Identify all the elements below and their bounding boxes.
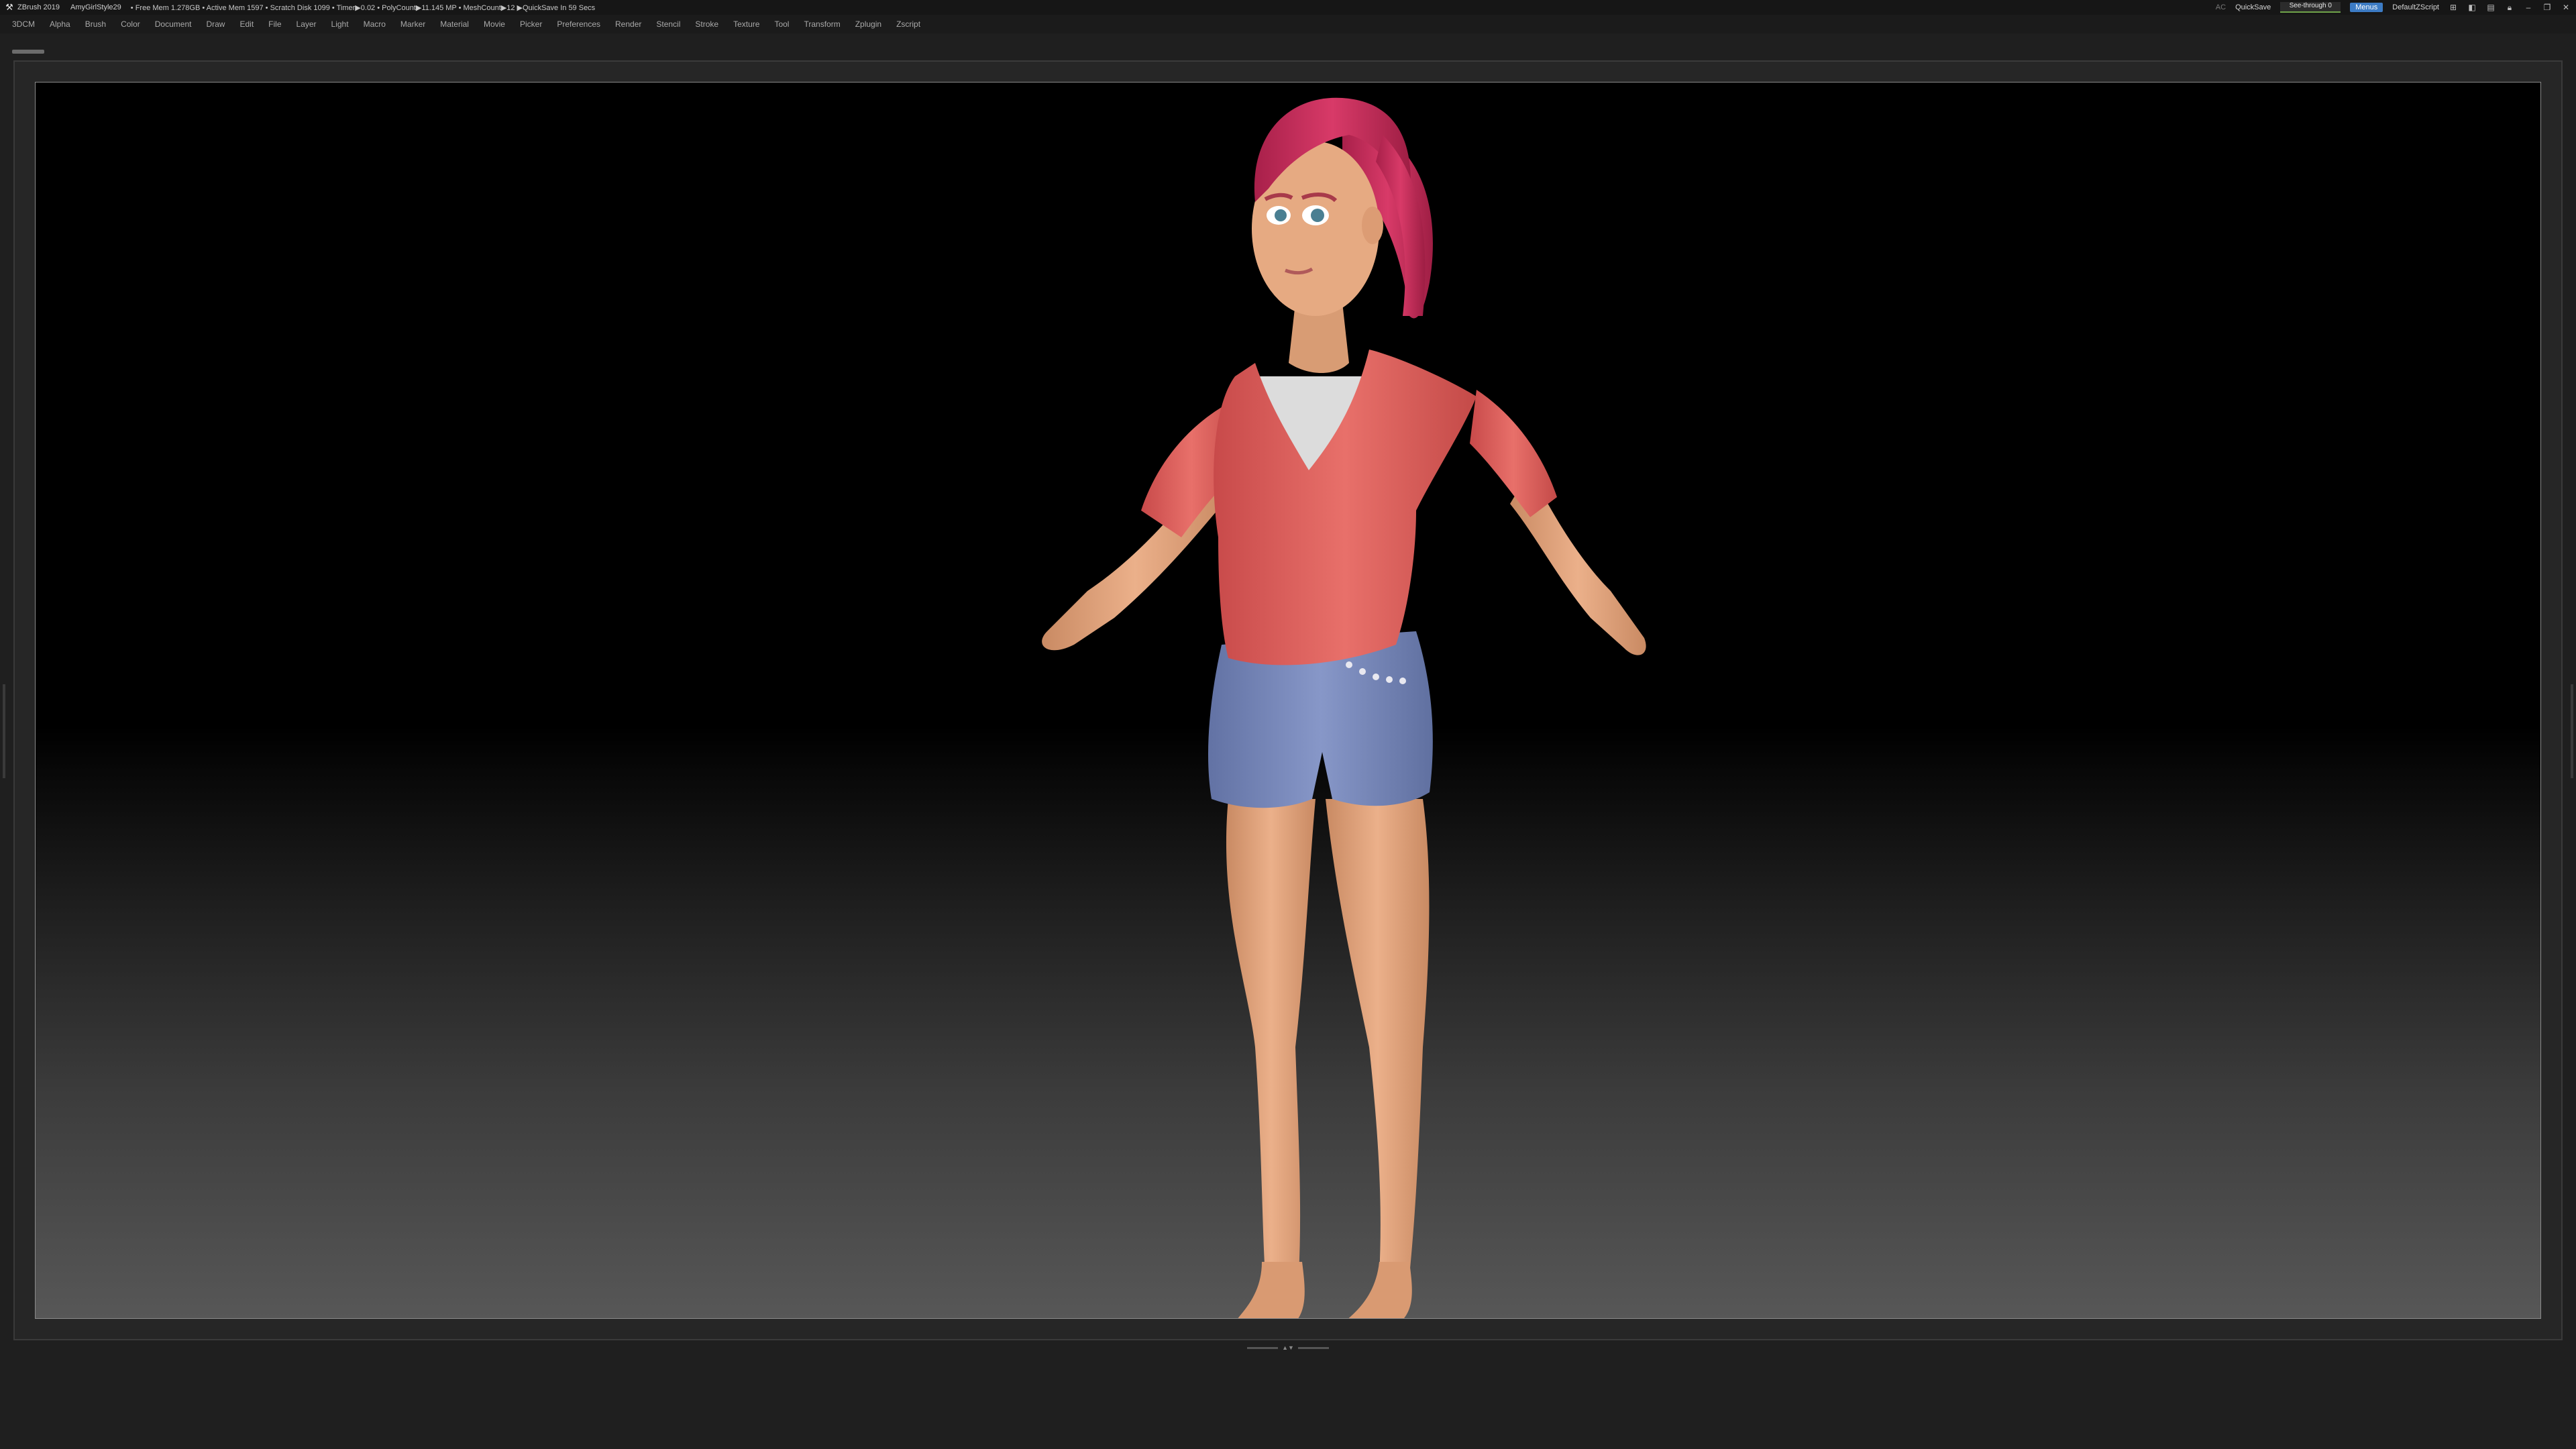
menu-tool[interactable]: Tool [774,19,789,29]
expand-arrows-icon[interactable]: ▲▼ [1282,1345,1294,1351]
minimize-icon[interactable]: – [2524,3,2533,12]
default-zscript-button[interactable]: DefaultZScript [2392,3,2439,11]
zbrush-logo-icon[interactable]: ⚒ [4,2,15,13]
left-tray-handle[interactable] [3,684,5,778]
canvas-tab-handle[interactable] [12,50,44,54]
menu-zscript[interactable]: Zscript [896,19,920,29]
status-stats: • Free Mem 1.278GB • Active Mem 1597 • S… [130,3,596,12]
menu-preferences[interactable]: Preferences [557,19,600,29]
menu-render[interactable]: Render [615,19,641,29]
window-layout-icon[interactable]: ⊞ [2449,3,2458,12]
menu-draw[interactable]: Draw [206,19,225,29]
lock-icon[interactable]: 🔒︎ [2505,3,2514,13]
menu-picker[interactable]: Picker [520,19,542,29]
menu-document[interactable]: Document [155,19,192,29]
close-icon[interactable]: ✕ [2561,3,2571,12]
menu-color[interactable]: Color [121,19,140,29]
menu-stroke[interactable]: Stroke [695,19,718,29]
menu-edit[interactable]: Edit [239,19,254,29]
menu-zplugin[interactable]: Zplugin [855,19,881,29]
right-tray-handle[interactable] [2571,684,2573,778]
document-name: AmyGirlStyle29 [70,3,121,11]
document-viewport[interactable] [35,82,2541,1319]
app-title: ZBrush 2019 [17,3,60,11]
ac-button[interactable]: AC [2216,3,2226,11]
menu-light[interactable]: Light [331,19,349,29]
menu-alpha[interactable]: Alpha [50,19,70,29]
sculpted-character-model[interactable] [36,83,2541,1319]
menu-3dcm[interactable]: 3DCM [12,19,35,29]
menu-movie[interactable]: Movie [484,19,505,29]
see-through-slider[interactable]: See-through 0 [2280,2,2341,13]
script-icon[interactable]: ▤ [2486,3,2496,12]
menu-material[interactable]: Material [440,19,469,29]
see-through-value: 0 [2328,2,2332,9]
palette-icon[interactable]: ◧ [2467,3,2477,12]
bottom-tray-handle[interactable]: ▲▼ [1244,1345,1332,1351]
menu-macro[interactable]: Macro [364,19,386,29]
see-through-label: See-through [2289,2,2326,9]
menu-bar: 3DCM Alpha Brush Color Document Draw Edi… [0,15,2576,34]
menus-button[interactable]: Menus [2350,3,2383,12]
menu-marker[interactable]: Marker [400,19,425,29]
menu-stencil[interactable]: Stencil [656,19,680,29]
title-bar-controls: AC QuickSave See-through 0 Menus Default… [2216,0,2571,15]
menu-brush[interactable]: Brush [85,19,106,29]
menu-texture[interactable]: Texture [733,19,759,29]
restore-icon[interactable]: ❐ [2542,3,2552,12]
quicksave-button[interactable]: QuickSave [2235,3,2271,11]
menu-layer[interactable]: Layer [297,19,317,29]
menu-file[interactable]: File [268,19,281,29]
title-bar: ⚒ ZBrush 2019 AmyGirlStyle29 • Free Mem … [0,0,2576,15]
bottom-handle-bar-right [1297,1346,1329,1349]
bottom-handle-bar-left [1247,1346,1279,1349]
menu-transform[interactable]: Transform [804,19,840,29]
